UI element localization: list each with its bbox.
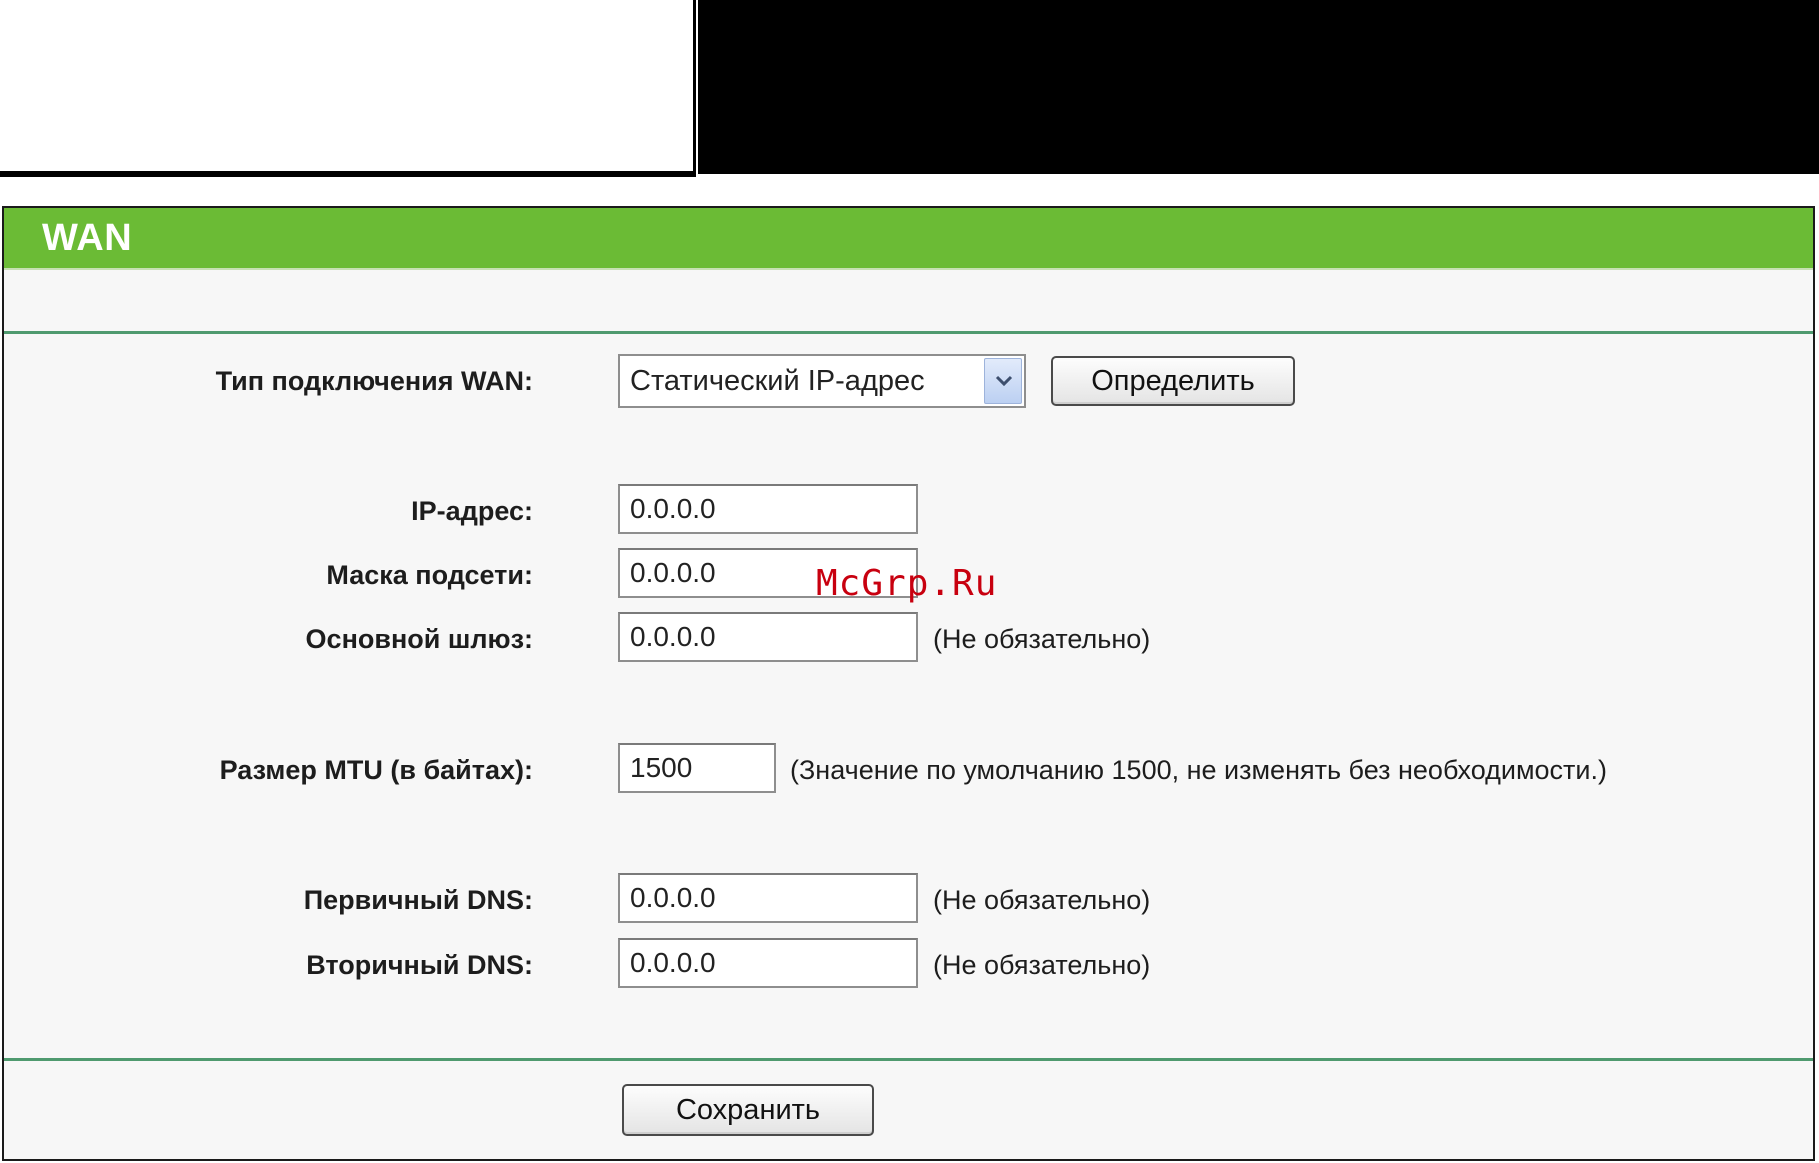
detect-button[interactable]: Определить <box>1051 356 1295 406</box>
panel-header: WAN <box>4 208 1813 270</box>
primary-dns-hint: (Не обязательно) <box>933 885 1151 915</box>
divider-bottom <box>4 1058 1813 1061</box>
save-button[interactable]: Сохранить <box>622 1084 874 1136</box>
mtu-hint: (Значение по умолчанию 1500, не изменять… <box>790 755 1607 785</box>
subnet-mask-label: Маска подсети: <box>326 560 533 590</box>
primary-dns-label: Первичный DNS: <box>303 885 533 915</box>
gateway-hint: (Не обязательно) <box>933 624 1151 654</box>
top-banner <box>0 0 1819 178</box>
primary-dns-input[interactable]: 0.0.0.0 <box>618 873 918 923</box>
ip-address-input[interactable]: 0.0.0.0 <box>618 484 918 534</box>
connection-type-select[interactable]: Статический IP-адрес <box>618 354 1026 408</box>
gateway-input[interactable]: 0.0.0.0 <box>618 612 918 662</box>
chevron-down-icon[interactable] <box>984 358 1022 404</box>
secondary-dns-label: Вторичный DNS: <box>306 950 533 980</box>
banner-rule <box>0 171 696 177</box>
secondary-dns-hint: (Не обязательно) <box>933 950 1151 980</box>
banner-black-block <box>696 0 1819 174</box>
panel-title: WAN <box>42 217 133 259</box>
ip-address-label: IP-адрес: <box>411 496 533 526</box>
gateway-label: Основной шлюз: <box>305 624 533 654</box>
watermark: McGrp.Ru <box>816 563 998 604</box>
wan-settings-panel: WAN Тип подключения WAN: Статический IP-… <box>2 206 1815 1161</box>
secondary-dns-input[interactable]: 0.0.0.0 <box>618 938 918 988</box>
mtu-input[interactable]: 1500 <box>618 743 776 793</box>
divider-top <box>4 331 1813 334</box>
connection-type-label: Тип подключения WAN: <box>215 366 533 396</box>
mtu-label: Размер MTU (в байтах): <box>219 755 533 785</box>
connection-type-value: Статический IP-адрес <box>630 365 925 397</box>
